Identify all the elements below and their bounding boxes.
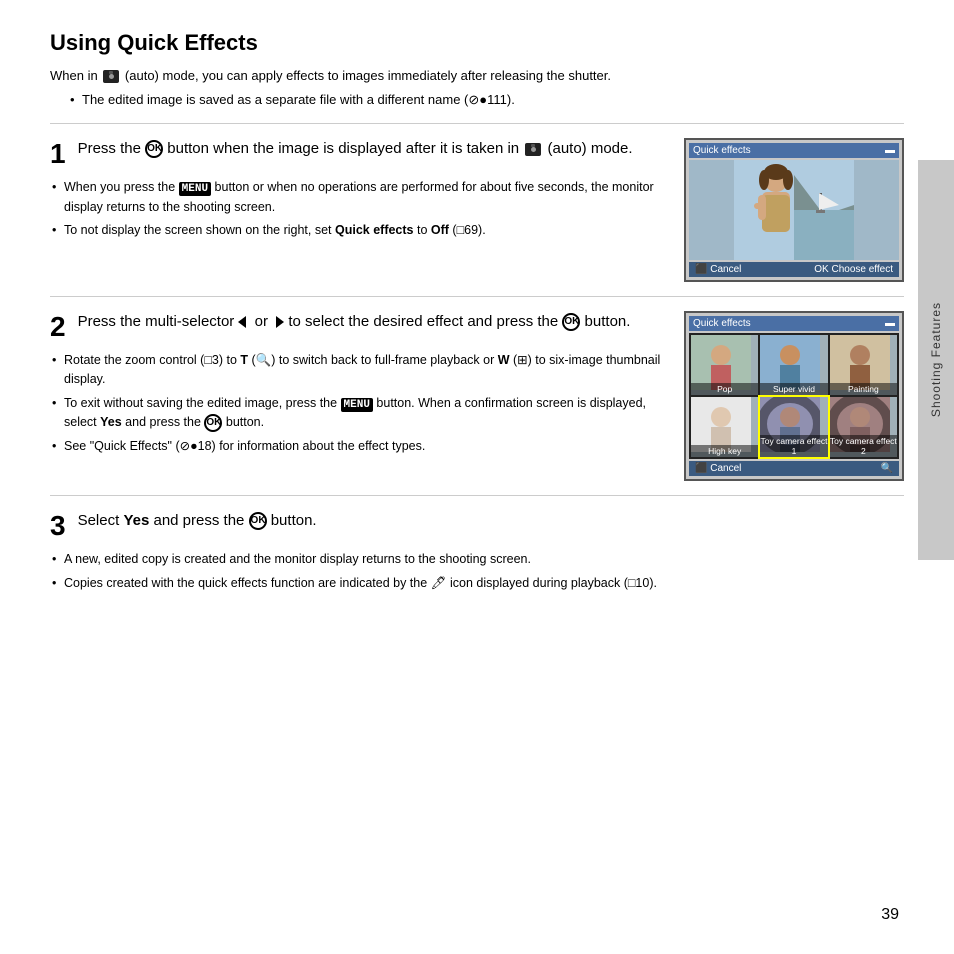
effect-vivid-thumb xyxy=(760,335,820,390)
menu-icon-2: MENU xyxy=(341,398,373,412)
ok-icon-step2: OK xyxy=(562,313,580,331)
step-3-title: 3 Select Yes and press the OK button. xyxy=(50,510,904,540)
step-2-content: 2 Press the multi-selector or to select … xyxy=(50,311,664,461)
step-1-content: 1 Press the OK button when the image is … xyxy=(50,138,664,245)
lcd2-icon: ▬ xyxy=(885,318,895,329)
arrow-left-icon xyxy=(238,316,246,328)
menu-icon-1: MENU xyxy=(179,182,211,196)
page-number: 39 xyxy=(881,906,899,924)
step-2-bullet-2: To exit without saving the edited image,… xyxy=(64,394,664,432)
step-3-number: 3 xyxy=(50,512,66,540)
step-1-lcd: Quick effects ▬ xyxy=(684,138,904,282)
step-1-title: 1 Press the OK button when the image is … xyxy=(50,138,664,168)
effect-toy2: Toy camera effect 2 xyxy=(830,397,897,457)
effect-pop: Pop xyxy=(691,335,758,395)
lcd1-title: Quick effects xyxy=(693,145,751,156)
step-2-bullet-3: See "Quick Effects" (⊘●18) for informati… xyxy=(64,437,664,456)
effect-toy1: Toy camera effect 1 xyxy=(760,397,827,457)
effect-toy1-label: Toy camera effect 1 xyxy=(760,435,827,457)
page-content: Using Quick Effects When in (auto) mode,… xyxy=(0,0,954,638)
step-2-title: 2 Press the multi-selector or to select … xyxy=(50,311,664,341)
step-3-bullet-2: Copies created with the quick effects fu… xyxy=(64,574,904,593)
effect-super-vivid: Super vivid xyxy=(760,335,827,395)
lcd-step1-box: Quick effects ▬ xyxy=(684,138,904,282)
lcd2-grid: Pop Super vivid xyxy=(689,333,899,459)
lcd2-title: Quick effects xyxy=(693,318,751,329)
or-text: or xyxy=(255,313,268,330)
step-2-number: 2 xyxy=(50,313,66,341)
effect-pop-label: Pop xyxy=(691,383,758,395)
page-title: Using Quick Effects xyxy=(50,30,904,56)
lcd1-icon: ▬ xyxy=(885,145,895,156)
sidebar-label: Shooting Features xyxy=(929,302,943,417)
lcd1-cancel: ⬛ Cancel xyxy=(695,264,741,275)
lcd1-choose: OK Choose effect xyxy=(814,264,893,275)
effect-high-key: High key xyxy=(691,397,758,457)
lcd1-image xyxy=(689,160,899,260)
effect-pop-thumb xyxy=(691,335,751,390)
step-3-content: 3 Select Yes and press the OK button. A … xyxy=(50,510,904,598)
lcd2-zoom: 🔍 xyxy=(881,463,893,474)
effect-painting-label: Painting xyxy=(830,383,897,395)
step-2-bullet-1: Rotate the zoom control (□3) to T (🔍) to… xyxy=(64,351,664,389)
lcd-step2-box: Quick effects ▬ Pop xyxy=(684,311,904,481)
intro-bullet: The edited image is saved as a separate … xyxy=(82,90,904,110)
step-1-number: 1 xyxy=(50,140,66,168)
step-1-section: 1 Press the OK button when the image is … xyxy=(50,123,904,282)
step-1-bullet-1: When you press the MENU button or when n… xyxy=(64,178,664,216)
lcd1-scene-svg xyxy=(734,160,854,260)
effect-vivid-label: Super vivid xyxy=(760,383,827,395)
step-2-lcd: Quick effects ▬ Pop xyxy=(684,311,904,481)
lcd1-header: Quick effects ▬ xyxy=(689,143,899,158)
effect-highkey-label: High key xyxy=(691,445,758,457)
lcd1-footer: ⬛ Cancel OK Choose effect xyxy=(689,262,899,277)
arrow-right-icon xyxy=(276,316,284,328)
step-3-section: 3 Select Yes and press the OK button. A … xyxy=(50,495,904,598)
intro-paragraph: When in (auto) mode, you can apply effec… xyxy=(50,66,904,86)
effect-painting-thumb xyxy=(830,335,890,390)
step-3-bullet-1: A new, edited copy is created and the mo… xyxy=(64,550,904,569)
step-1-bullet-2: To not display the screen shown on the r… xyxy=(64,221,664,240)
ok-icon-step3: OK xyxy=(249,512,267,530)
sidebar: Shooting Features xyxy=(918,160,954,560)
effect-highkey-thumb xyxy=(691,397,751,452)
step-1-bullets: When you press the MENU button or when n… xyxy=(50,178,664,240)
lcd2-footer: ⬛ Cancel 🔍 xyxy=(689,461,899,476)
ok-icon-2b: OK xyxy=(204,414,222,432)
lcd2-cancel: ⬛ Cancel xyxy=(695,463,741,474)
ok-icon-step1: OK xyxy=(145,140,163,158)
effect-toy2-label: Toy camera effect 2 xyxy=(830,435,897,457)
step-2-section: 2 Press the multi-selector or to select … xyxy=(50,296,904,481)
lcd2-header: Quick effects ▬ xyxy=(689,316,899,331)
effect-painting: Painting xyxy=(830,335,897,395)
step-2-bullets: Rotate the zoom control (□3) to T (🔍) to… xyxy=(50,351,664,456)
step-3-bullets: A new, edited copy is created and the mo… xyxy=(50,550,904,593)
